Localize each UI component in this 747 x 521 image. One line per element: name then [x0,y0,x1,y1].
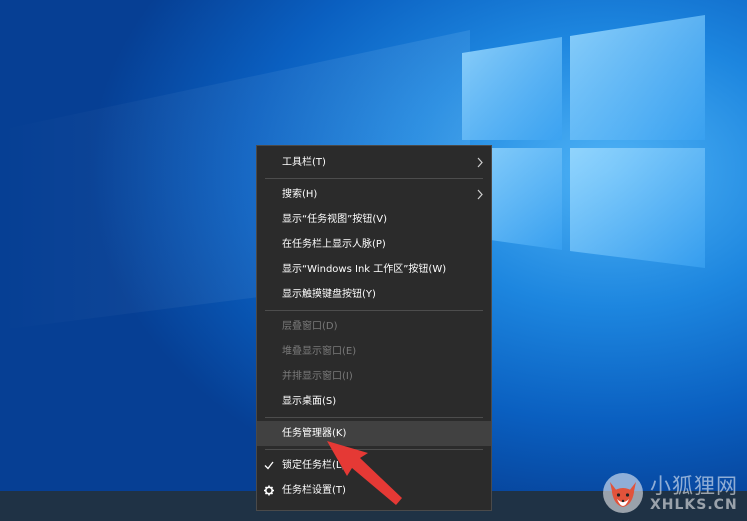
menu-separator [265,310,483,311]
chevron-right-icon [477,189,483,200]
menu-item-lock-taskbar[interactable]: 锁定任务栏(L) [257,453,491,478]
menu-item-show-desktop[interactable]: 显示桌面(S) [257,389,491,414]
watermark-name: 小狐狸网 [650,474,738,498]
menu-separator [265,449,483,450]
menu-item-label: 显示“Windows Ink 工作区”按钮(W) [282,264,447,275]
fox-logo-icon [603,473,643,513]
menu-item-label: 任务管理器(K) [282,428,347,439]
menu-item-label: 显示触摸键盘按钮(Y) [282,289,376,300]
menu-item-label: 工具栏(T) [282,157,326,168]
chevron-right-icon [477,157,483,168]
menu-item-cascade-windows: 层叠窗口(D) [257,314,491,339]
menu-item-search[interactable]: 搜索(H) [257,182,491,207]
menu-separator [265,178,483,179]
menu-item-label: 在任务栏上显示人脉(P) [282,239,386,250]
menu-item-taskbar-settings[interactable]: 任务栏设置(T) [257,478,491,503]
gear-icon [264,485,274,496]
menu-item-label: 锁定任务栏(L) [282,460,346,471]
menu-item-label: 层叠窗口(D) [282,321,338,332]
menu-item-stack-windows: 堆叠显示窗口(E) [257,339,491,364]
taskbar-context-menu: 工具栏(T) 搜索(H) 显示“任务视图”按钮(V) 在任务栏上显示人脉(P) … [256,145,492,511]
menu-item-task-manager[interactable]: 任务管理器(K) [257,421,491,446]
watermark-domain: XHLKS.CN [650,497,738,513]
menu-item-show-touch-keyboard[interactable]: 显示触摸键盘按钮(Y) [257,282,491,307]
menu-item-show-people[interactable]: 在任务栏上显示人脉(P) [257,232,491,257]
menu-item-label: 堆叠显示窗口(E) [282,346,357,357]
menu-item-show-windows-ink[interactable]: 显示“Windows Ink 工作区”按钮(W) [257,257,491,282]
menu-item-show-task-view[interactable]: 显示“任务视图”按钮(V) [257,207,491,232]
menu-item-label: 显示“任务视图”按钮(V) [282,214,388,225]
checkmark-icon [264,461,274,470]
menu-item-side-by-side: 并排显示窗口(I) [257,364,491,389]
menu-item-toolbars[interactable]: 工具栏(T) [257,150,491,175]
menu-item-label: 任务栏设置(T) [282,485,346,496]
menu-item-label: 搜索(H) [282,189,318,200]
menu-item-label: 显示桌面(S) [282,396,337,407]
menu-separator [265,417,483,418]
menu-item-label: 并排显示窗口(I) [282,371,353,382]
